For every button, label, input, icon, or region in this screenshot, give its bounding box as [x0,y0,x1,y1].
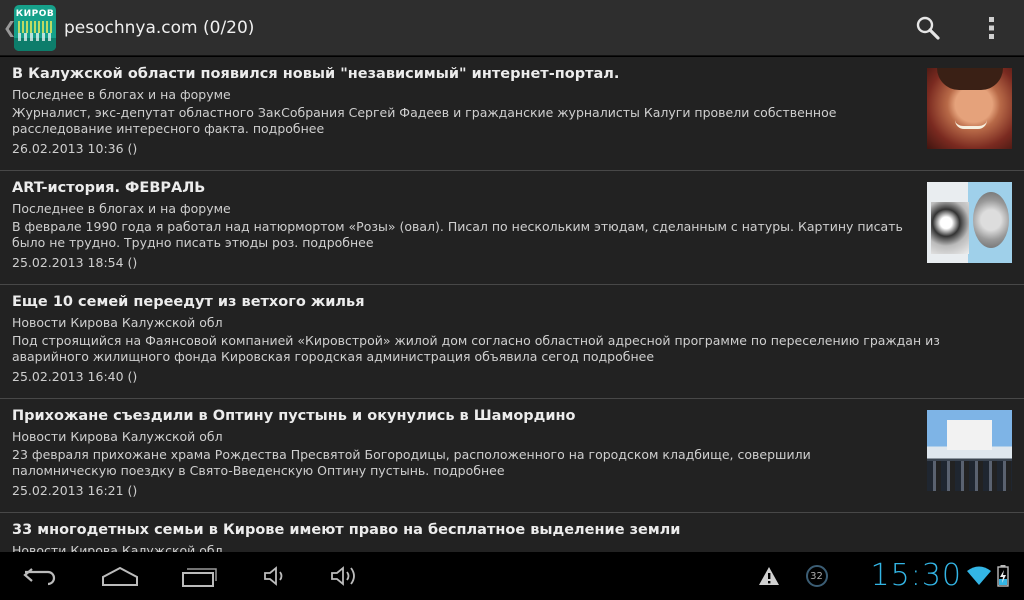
warning-icon [758,567,779,585]
item-source: Новости Кирова Калужской обл [12,429,223,444]
item-description: 23 февраля прихожане храма Рождества Пре… [12,447,811,478]
logo-decoration [18,20,52,33]
notification-count-badge: 32 [805,565,828,587]
item-description: В феврале 1990 года я работал над натюрм… [12,219,903,250]
app-logo-text: КИРОВ [15,8,55,19]
item-title: Еще 10 семей переедут из ветхого жилья [12,294,365,310]
thumb-sketch [931,202,969,254]
item-thumbnail[interactable] [927,182,1012,263]
item-thumbnail[interactable] [927,68,1012,149]
search-button[interactable] [896,0,960,56]
action-bar: ❮ КИРОВ pesochnya.com (0/20) [0,0,1024,56]
item-description: Журналист, экс-депутат областного ЗакСоб… [12,105,837,136]
recent-apps-button[interactable] [160,552,240,600]
item-title: В Калужской области появился новый "неза… [12,66,620,82]
item-date: 25.02.2013 16:40 () [12,369,138,384]
wifi-icon [967,566,991,585]
search-icon [916,16,940,40]
item-source: Новости Кирова Калужской обл [12,315,223,330]
warning-notification[interactable] [745,552,793,600]
battery-charging-icon [997,565,1009,587]
list-item[interactable]: Еще 10 семей переедут из ветхого жилья Н… [0,285,1024,399]
clock[interactable]: 15:30 [871,552,962,600]
back-icon [23,568,56,586]
news-list[interactable]: В Калужской области появился новый "неза… [0,57,1024,552]
back-button[interactable] [0,552,80,600]
logo-city-skyline [14,32,56,51]
item-title: Прихожане съездили в Оптину пустынь и ок… [12,408,576,424]
item-source: Последнее в блогах и на форуме [12,87,231,102]
home-icon [102,566,138,586]
item-date: 25.02.2013 16:21 () [12,483,138,498]
home-button[interactable] [80,552,160,600]
item-thumbnail[interactable] [927,410,1012,491]
thumb-hair [937,68,1003,90]
list-item[interactable]: В Калужской области появился новый "неза… [0,57,1024,171]
app-title: pesochnya.com (0/20) [64,17,255,38]
item-title: ART-история. ФЕВРАЛЬ [12,180,206,196]
up-caret-icon[interactable]: ❮ [3,0,16,56]
thumb-medal [973,192,1009,248]
item-title: 33 многодетных семьи в Кирове имеют прав… [12,522,681,538]
thumb-church-building [947,420,992,450]
volume-up-icon [331,566,355,586]
thumb-crowd [927,461,1012,491]
item-source: Новости Кирова Калужской обл [12,543,223,552]
list-item[interactable]: Прихожане съездили в Оптину пустынь и ок… [0,399,1024,513]
list-item[interactable]: ART-история. ФЕВРАЛЬ Последнее в блогах … [0,171,1024,285]
item-source: Последнее в блогах и на форуме [12,201,231,216]
item-description: Под строящийся на Фаянсовой компанией «К… [12,333,940,364]
item-date: 26.02.2013 10:36 () [12,141,138,156]
app-logo[interactable]: КИРОВ [14,4,56,51]
volume-down-icon [264,566,283,586]
thumb-smile [955,120,987,129]
system-bar: 32 15:30 [0,552,1024,600]
item-date: 25.02.2013 18:54 () [12,255,138,270]
overflow-menu-icon [989,16,994,39]
volume-up-button[interactable] [310,552,380,600]
overflow-menu-button[interactable] [960,0,1024,56]
notification-count[interactable]: 32 [793,552,841,600]
recent-apps-icon [182,568,217,587]
list-item[interactable]: 33 многодетных семьи в Кирове имеют прав… [0,513,1024,552]
volume-down-button[interactable] [240,552,310,600]
